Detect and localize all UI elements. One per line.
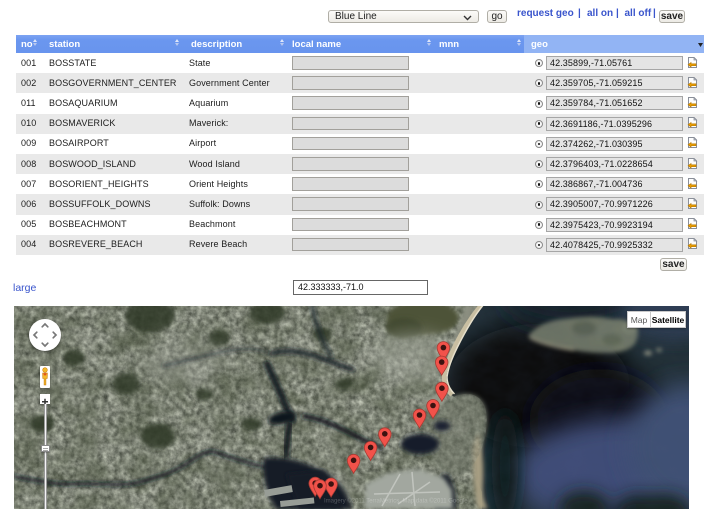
svg-text:Imagery ©2011 TerraMetrics, Ma: Imagery ©2011 TerraMetrics, Map data ©20…: [324, 498, 468, 505]
